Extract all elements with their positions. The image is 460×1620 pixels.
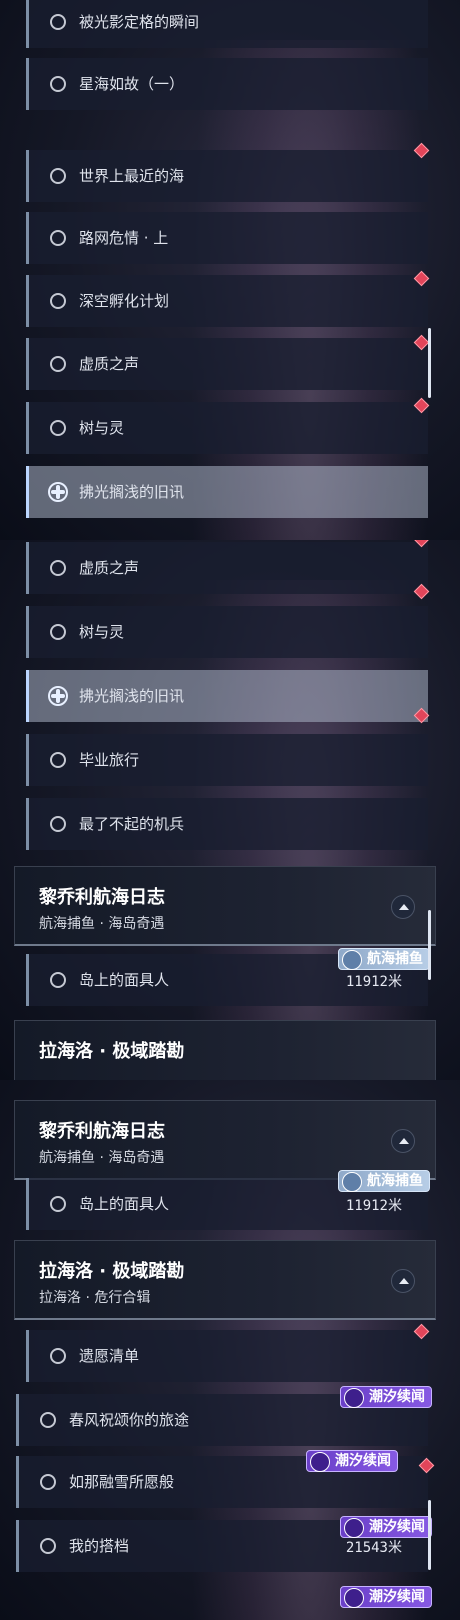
category-tag-label: 航海捕鱼 bbox=[367, 1173, 423, 1189]
quest-item-selected[interactable]: 拂光搁浅的旧讯 bbox=[26, 466, 428, 518]
quest-item-label: 我的搭档 bbox=[69, 1537, 130, 1555]
quest-item-selected[interactable]: 拂光搁浅的旧讯 bbox=[26, 670, 428, 722]
quest-item-label: 拂光搁浅的旧讯 bbox=[79, 483, 185, 501]
category-tag: 潮汐续闻 bbox=[340, 1516, 432, 1538]
group-title: 黎乔利航海日志 bbox=[39, 1121, 165, 1142]
quest-item-label: 虚质之声 bbox=[79, 355, 140, 373]
quest-item[interactable]: 星海如故（一） bbox=[26, 58, 428, 110]
quest-group-header[interactable]: 黎乔利航海日志 航海捕鱼 · 海岛奇遇 bbox=[14, 1100, 436, 1180]
quest-status-circle-icon bbox=[50, 972, 66, 988]
fishing-icon bbox=[342, 1172, 362, 1192]
quest-item-label: 星海如故（一） bbox=[79, 75, 185, 93]
quest-item[interactable]: 树与灵 bbox=[26, 402, 428, 454]
quest-item-label: 树与灵 bbox=[79, 419, 125, 437]
category-tag: 潮汐续闻 bbox=[306, 1450, 398, 1472]
tide-icon bbox=[310, 1452, 330, 1472]
quest-group-header[interactable]: 黎乔利航海日志 航海捕鱼 · 海岛奇遇 bbox=[14, 866, 436, 946]
quest-list-screen-1: 被光影定格的瞬间 星海如故（一） 世界上最近的海 路网危情 · 上 深空孵化计划… bbox=[0, 0, 460, 540]
quest-item-label: 拂光搁浅的旧讯 bbox=[79, 687, 185, 705]
quest-item-label: 岛上的面具人 bbox=[79, 1195, 170, 1213]
quest-item-label: 世界上最近的海 bbox=[79, 167, 185, 185]
collapse-arrow-icon[interactable] bbox=[391, 895, 415, 919]
quest-item[interactable]: 遗愿清单 bbox=[26, 1330, 428, 1382]
quest-status-circle-icon bbox=[50, 624, 66, 640]
quest-item-label: 最了不起的机兵 bbox=[79, 815, 185, 833]
tracking-target-icon bbox=[48, 686, 68, 706]
distance-text: 11912米 bbox=[345, 1198, 402, 1214]
quest-item-label: 路网危情 · 上 bbox=[79, 229, 169, 247]
category-tag: 潮汐续闻 bbox=[340, 1586, 432, 1608]
fishing-icon bbox=[342, 950, 362, 970]
quest-status-circle-icon bbox=[50, 14, 66, 30]
scrollbar-thumb[interactable] bbox=[428, 1500, 431, 1570]
tide-icon bbox=[344, 1518, 364, 1538]
quest-status-circle-icon bbox=[40, 1474, 56, 1490]
quest-status-circle-icon bbox=[50, 816, 66, 832]
quest-item[interactable]: 虚质之声 bbox=[26, 542, 428, 594]
quest-item[interactable]: 被光影定格的瞬间 bbox=[26, 0, 428, 48]
category-tag: 潮汐续闻 bbox=[340, 1386, 432, 1408]
quest-item-label: 春风祝颂你的旅途 bbox=[69, 1411, 190, 1429]
tide-icon bbox=[344, 1388, 364, 1408]
category-tag: 航海捕鱼 bbox=[338, 948, 430, 970]
quest-group-header[interactable]: 拉海洛 · 极域踏勘 拉海洛 · 危行合辑 bbox=[14, 1240, 436, 1320]
group-title: 拉海洛 · 极域踏勘 bbox=[39, 1261, 185, 1282]
group-subtitle: 航海捕鱼 · 海岛奇遇 bbox=[39, 1150, 165, 1166]
quest-status-circle-icon bbox=[50, 752, 66, 768]
quest-status-circle-icon bbox=[50, 168, 66, 184]
quest-list-screen-3: 黎乔利航海日志 航海捕鱼 · 海岛奇遇 航海捕鱼 岛上的面具人 11912米 拉… bbox=[0, 1080, 460, 1620]
quest-status-circle-icon bbox=[50, 230, 66, 246]
scrollbar-thumb[interactable] bbox=[428, 910, 431, 980]
collapse-arrow-icon[interactable] bbox=[391, 1269, 415, 1293]
quest-status-circle-icon bbox=[50, 1196, 66, 1212]
quest-item-label: 毕业旅行 bbox=[79, 751, 140, 769]
tracking-target-icon bbox=[48, 482, 68, 502]
quest-status-circle-icon bbox=[40, 1538, 56, 1554]
quest-item[interactable]: 树与灵 bbox=[26, 606, 428, 658]
quest-item[interactable]: 毕业旅行 bbox=[26, 734, 428, 786]
quest-list-screen-2: 虚质之声 树与灵 拂光搁浅的旧讯 毕业旅行 最了不起的机兵 黎乔利航海日志 航海… bbox=[0, 540, 460, 1080]
quest-item[interactable]: 路网危情 · 上 bbox=[26, 212, 428, 264]
group-subtitle: 拉海洛 · 危行合辑 bbox=[39, 1290, 151, 1306]
quest-item[interactable]: 世界上最近的海 bbox=[26, 150, 428, 202]
quest-item-label: 岛上的面具人 bbox=[79, 971, 170, 989]
quest-item-label: 深空孵化计划 bbox=[79, 292, 170, 310]
quest-status-circle-icon bbox=[40, 1412, 56, 1428]
scrollbar-thumb[interactable] bbox=[428, 328, 431, 398]
category-tag-label: 潮汐续闻 bbox=[369, 1589, 425, 1605]
quest-item[interactable]: 最了不起的机兵 bbox=[26, 798, 428, 850]
quest-item[interactable]: 深空孵化计划 bbox=[26, 275, 428, 327]
quest-status-circle-icon bbox=[50, 76, 66, 92]
category-tag-label: 航海捕鱼 bbox=[367, 951, 423, 967]
group-title: 拉海洛 · 极域踏勘 bbox=[39, 1041, 185, 1062]
quest-status-circle-icon bbox=[50, 356, 66, 372]
quest-item-label: 虚质之声 bbox=[79, 559, 140, 577]
quest-item-label: 被光影定格的瞬间 bbox=[79, 13, 200, 31]
quest-status-circle-icon bbox=[50, 293, 66, 309]
category-tag-label: 潮汐续闻 bbox=[369, 1519, 425, 1535]
category-tag-label: 潮汐续闻 bbox=[335, 1453, 391, 1469]
distance-text: 21543米 bbox=[345, 1540, 402, 1556]
quest-group-header[interactable]: 拉海洛 · 极域踏勘 bbox=[14, 1020, 436, 1080]
quest-item-label: 树与灵 bbox=[79, 623, 125, 641]
quest-status-circle-icon bbox=[50, 560, 66, 576]
quest-status-circle-icon bbox=[50, 1348, 66, 1364]
quest-item-label: 如那融雪所愿般 bbox=[69, 1473, 175, 1491]
collapse-arrow-icon[interactable] bbox=[391, 1129, 415, 1153]
quest-status-circle-icon bbox=[50, 420, 66, 436]
distance-text: 11912米 bbox=[345, 974, 402, 990]
tide-icon bbox=[344, 1588, 364, 1608]
category-tag: 航海捕鱼 bbox=[338, 1170, 430, 1192]
group-subtitle: 航海捕鱼 · 海岛奇遇 bbox=[39, 916, 165, 932]
quest-item-label: 遗愿清单 bbox=[79, 1347, 140, 1365]
category-tag-label: 潮汐续闻 bbox=[369, 1389, 425, 1405]
quest-item[interactable]: 虚质之声 bbox=[26, 338, 428, 390]
group-title: 黎乔利航海日志 bbox=[39, 887, 165, 908]
